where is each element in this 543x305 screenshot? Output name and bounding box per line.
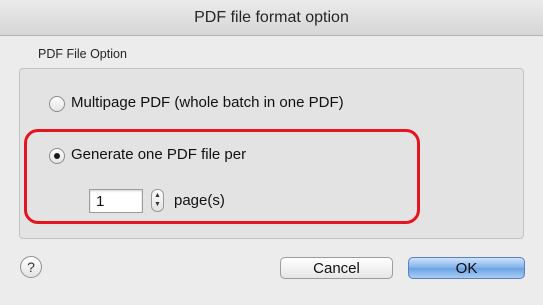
ok-button[interactable]: OK bbox=[408, 257, 525, 279]
help-glyph: ? bbox=[27, 259, 35, 275]
window-titlebar: PDF file format option bbox=[0, 0, 543, 36]
window-title: PDF file format option bbox=[194, 8, 349, 26]
multipage-pdf-label[interactable]: Multipage PDF (whole batch in one PDF) bbox=[71, 94, 344, 111]
radio-multipage-pdf[interactable] bbox=[49, 96, 65, 112]
highlight-annotation bbox=[24, 129, 420, 224]
group-label: PDF File Option bbox=[38, 47, 127, 61]
help-icon[interactable]: ? bbox=[20, 256, 42, 278]
cancel-button[interactable]: Cancel bbox=[280, 257, 393, 279]
